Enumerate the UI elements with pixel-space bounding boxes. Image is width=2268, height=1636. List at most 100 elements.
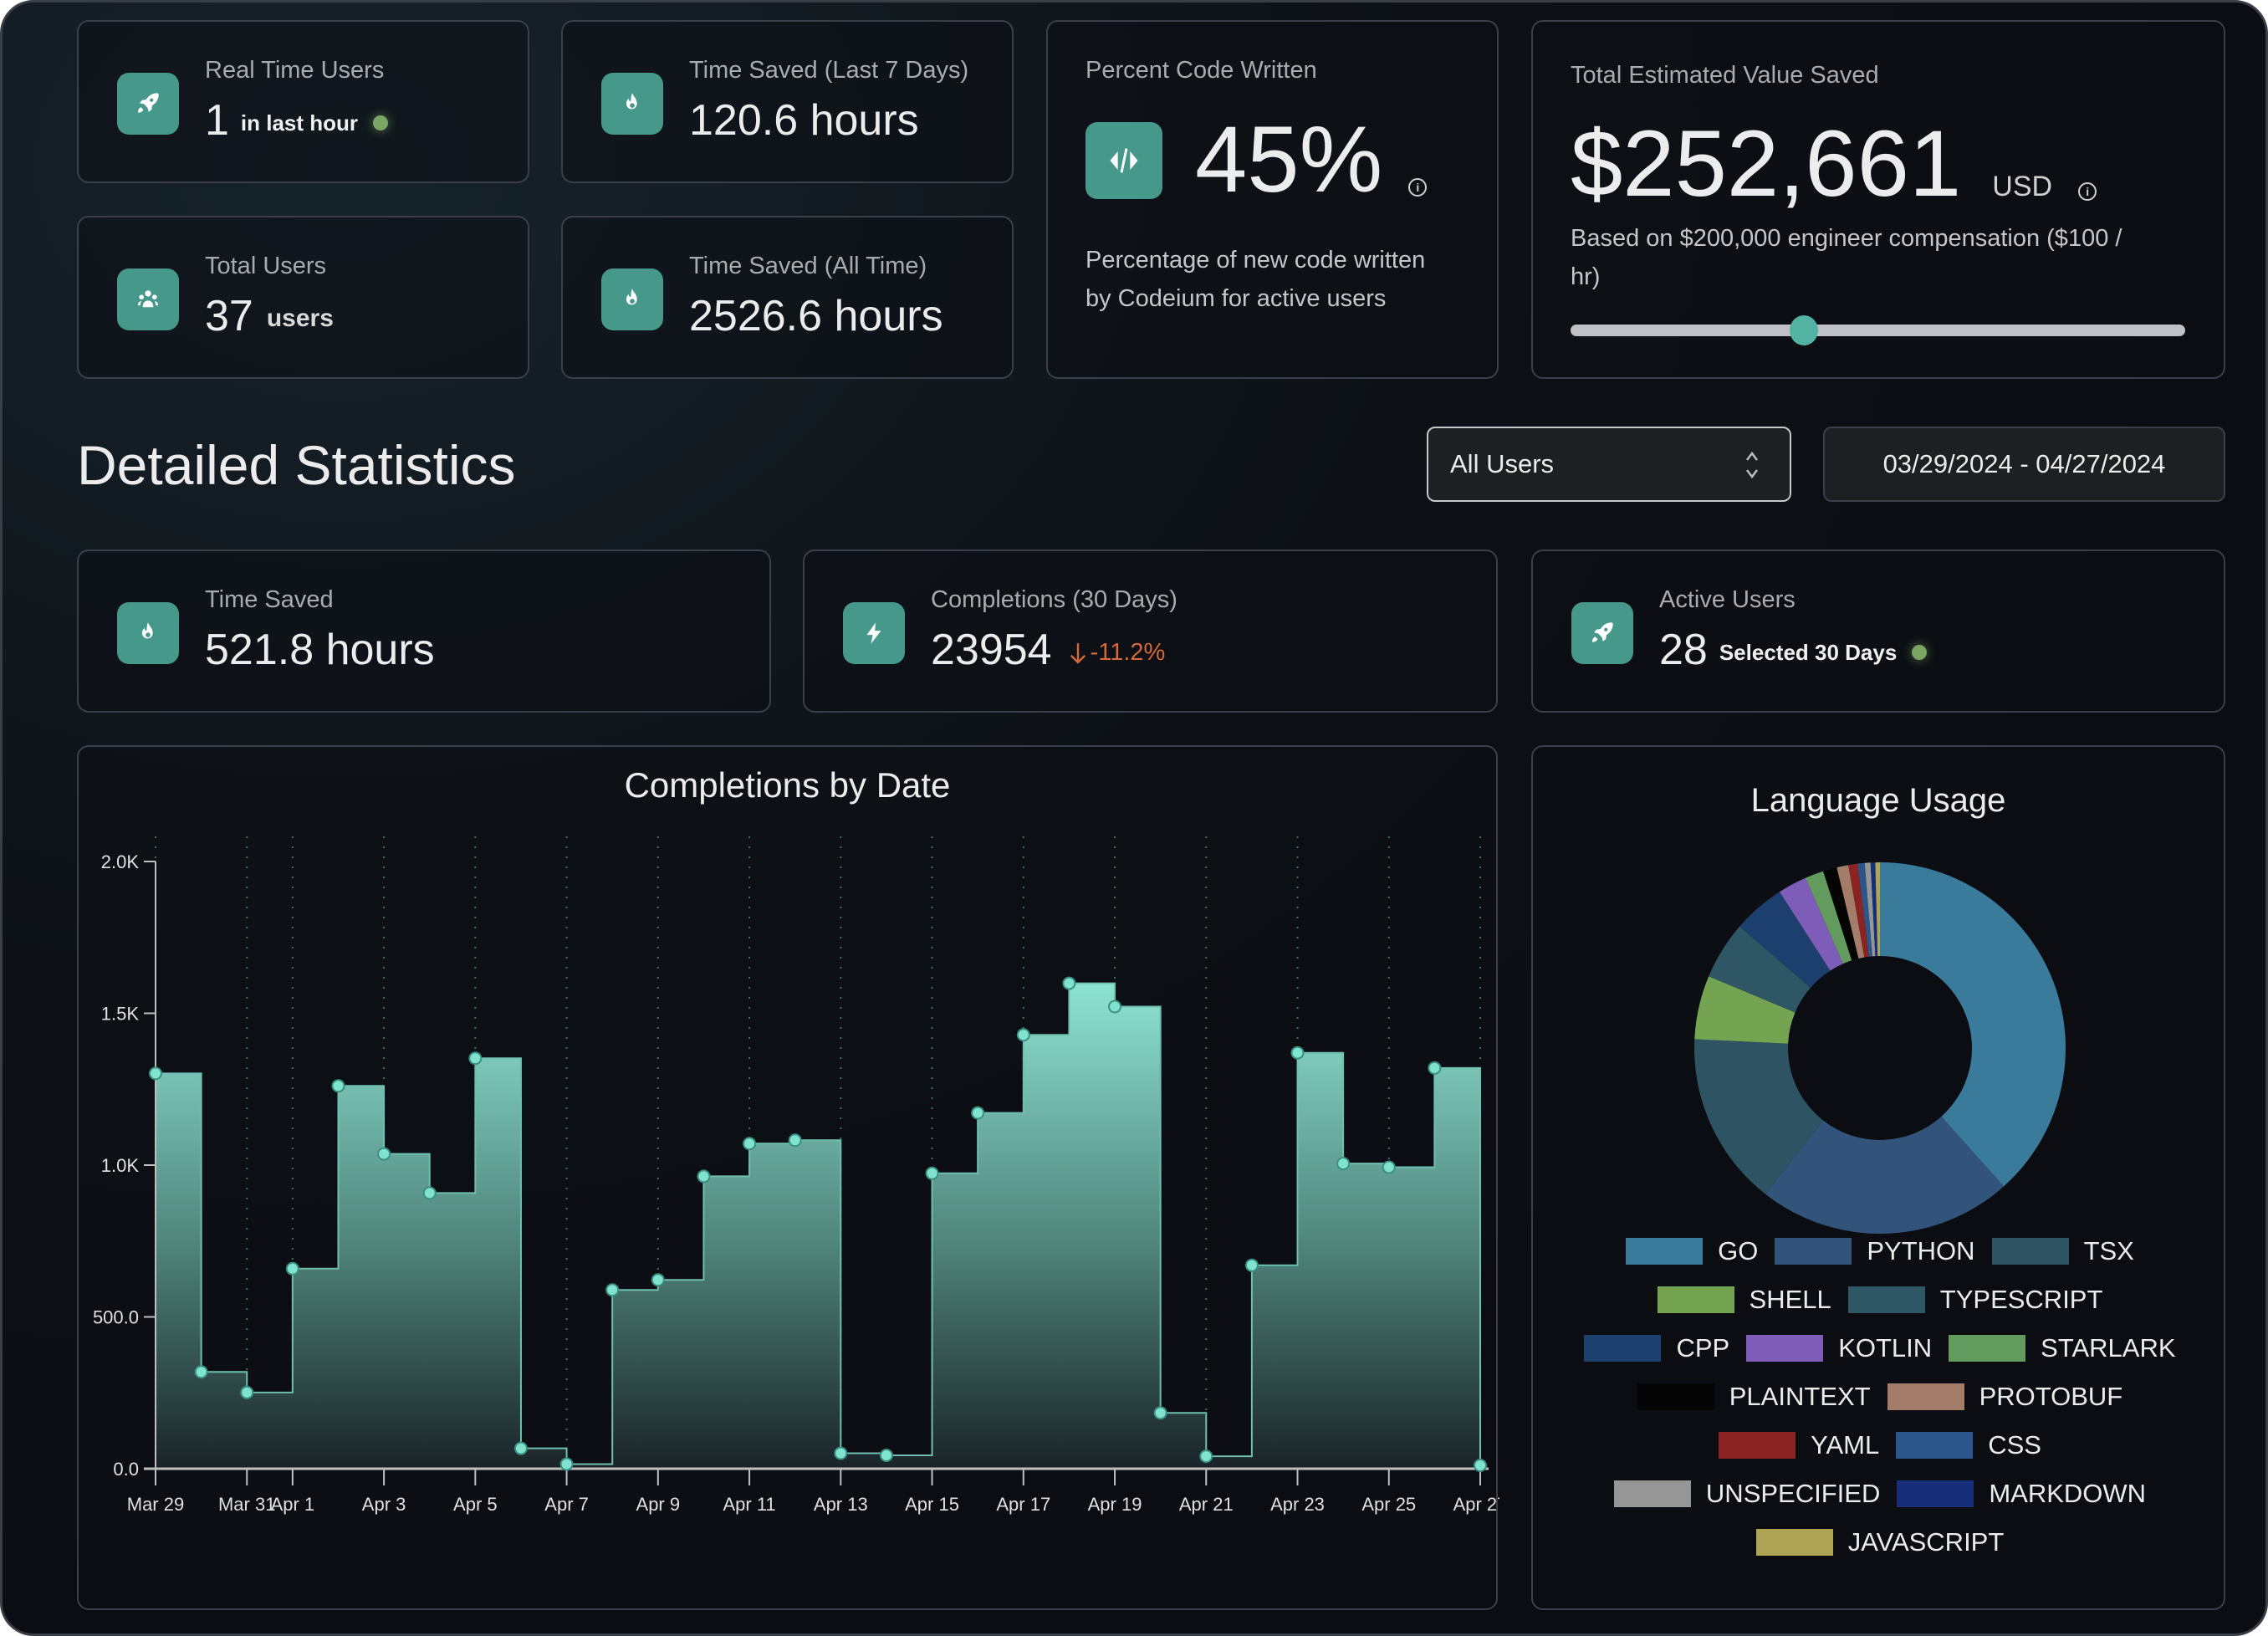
data-point <box>149 1066 162 1081</box>
legend-item[interactable]: KOTLIN <box>1746 1333 1932 1363</box>
legend-item[interactable]: JAVASCRIPT <box>1755 1527 2004 1557</box>
legend-swatch <box>1847 1286 1925 1313</box>
data-point <box>285 1261 299 1276</box>
card-value: 2526.6 hours <box>689 292 943 340</box>
legend-item[interactable]: CSS <box>1896 1430 2041 1460</box>
legend-swatch <box>1755 1529 1833 1556</box>
x-tick-label: Apr 5 <box>453 1494 498 1515</box>
y-tick-label: 1.0K <box>101 1155 140 1176</box>
data-point <box>377 1147 391 1161</box>
legend-swatch <box>1991 1238 2069 1265</box>
card-value: 28 Selected 30 Days <box>1659 625 1928 675</box>
completions-area <box>155 982 1481 1470</box>
compensation-slider-thumb[interactable] <box>1790 315 1819 345</box>
user-filter-select[interactable]: All Users <box>1427 427 1791 502</box>
x-tick-label: Apr 11 <box>723 1494 775 1515</box>
card-label: Time Saved (Last 7 Days) <box>689 57 969 84</box>
data-point <box>1428 1061 1442 1075</box>
legend-swatch <box>1896 1432 1974 1459</box>
time-saved-7d-card: Time Saved (Last 7 Days) 120.6 hours <box>561 20 1014 183</box>
data-point <box>1336 1157 1351 1171</box>
legend-item[interactable]: PROTOBUF <box>1887 1382 2122 1412</box>
legend-row: YAML CSS <box>1566 1430 2194 1460</box>
legend-label: CSS <box>1988 1430 2041 1460</box>
completions-area-chart: 0.0 500.0 1.0K 1.5K 2.0K Mar 29 Mar 31Apr 1 Apr… <box>93 836 1499 1515</box>
legend-label: MARKDOWN <box>1989 1479 2147 1508</box>
x-tick-label: Apr 25 <box>1361 1494 1416 1515</box>
card-label: Total Users <box>205 253 327 279</box>
data-point <box>971 1106 985 1120</box>
flame-icon <box>117 602 179 664</box>
legend-item[interactable]: PYTHON <box>1775 1236 1975 1266</box>
card-value: 23954 -11.2% <box>931 625 1165 675</box>
x-tick-label: Mar 31 <box>218 1494 275 1515</box>
data-point <box>1153 1406 1167 1420</box>
total-users-card: Total Users 37 users <box>77 216 529 379</box>
data-point <box>1474 1459 1487 1473</box>
data-point <box>697 1169 711 1184</box>
card-label: Percent Code Written <box>1085 57 1317 84</box>
data-point <box>1199 1449 1213 1464</box>
value-saved-description: Based on $200,000 engineer compensation … <box>1571 219 2122 296</box>
percent-value: 45% i <box>1195 105 1428 213</box>
legend-label: PYTHON <box>1867 1236 1975 1265</box>
chart-title: Language Usage <box>1750 782 2006 819</box>
legend-swatch <box>1897 1480 1974 1507</box>
legend-row: UNSPECIFIED MARKDOWN <box>1566 1479 2194 1509</box>
legend-label: PLAINTEXT <box>1729 1382 1871 1411</box>
active-users-count: 28 <box>1659 626 1708 674</box>
data-point <box>513 1441 528 1455</box>
arrow-down-icon <box>1070 643 1085 664</box>
language-legend: GO PYTHON TSX SHELL TYPESCRIPT CPP KOTLIN STARL… <box>1566 1236 2194 1557</box>
legend-swatch <box>1949 1335 2026 1362</box>
data-point <box>331 1079 345 1093</box>
legend-item[interactable]: TYPESCRIPT <box>1847 1285 2102 1315</box>
value-saved-card: Total Estimated Value Saved $252,661 USD… <box>1531 20 2225 379</box>
legend-item[interactable]: YAML <box>1719 1430 1879 1460</box>
data-point <box>240 1385 254 1399</box>
legend-item[interactable]: TSX <box>1991 1236 2134 1266</box>
percent-code-card: Percent Code Written 45% i Percentage of… <box>1046 20 1499 379</box>
completions-delta: -11.2% <box>1069 638 1166 666</box>
delta-value: -11.2% <box>1090 638 1166 666</box>
x-tick-label: Apr 27 <box>1453 1494 1499 1515</box>
data-point <box>1108 999 1122 1014</box>
info-icon[interactable]: i <box>1408 178 1428 197</box>
compensation-slider-track[interactable] <box>1571 325 2185 336</box>
rocket-icon <box>117 73 179 135</box>
card-value: 521.8 hours <box>205 626 435 674</box>
legend-row: SHELL TYPESCRIPT <box>1566 1285 2194 1315</box>
legend-label: GO <box>1718 1236 1759 1265</box>
legend-swatch <box>1719 1432 1796 1459</box>
legend-item[interactable]: MARKDOWN <box>1897 1479 2146 1509</box>
online-status-dot <box>373 115 389 131</box>
info-icon[interactable]: i <box>2078 182 2097 201</box>
time-saved-all-card: Time Saved (All Time) 2526.6 hours <box>561 216 1014 379</box>
legend-row: CPP KOTLIN STARLARK <box>1566 1333 2194 1363</box>
legend-item[interactable]: CPP <box>1584 1333 1729 1363</box>
legend-item[interactable]: GO <box>1626 1236 1758 1266</box>
legend-item[interactable]: UNSPECIFIED <box>1613 1479 1880 1509</box>
legend-item[interactable]: PLAINTEXT <box>1637 1382 1871 1412</box>
flame-icon <box>601 73 663 135</box>
legend-label: TSX <box>2083 1236 2134 1265</box>
completions-chart-card: Completions by Date 0.0 500.0 1.0K 1.5K 2.0K… <box>77 745 1499 1610</box>
data-point <box>834 1446 848 1460</box>
legend-swatch <box>1887 1383 1964 1410</box>
date-range-picker[interactable]: 03/29/2024 - 04/27/2024 <box>1823 427 2225 502</box>
online-status-dot <box>1912 645 1928 661</box>
x-tick-label: Apr 19 <box>1088 1494 1142 1515</box>
card-label: Time Saved (All Time) <box>689 253 927 279</box>
legend-swatch <box>1775 1238 1852 1265</box>
card-label: Completions (30 Days) <box>931 586 1177 613</box>
description-line: hr) <box>1571 263 1601 290</box>
legend-label: YAML <box>1811 1430 1880 1460</box>
description-line: Percentage of new code written <box>1085 247 1426 274</box>
x-tick-label: Apr 17 <box>996 1494 1050 1515</box>
legend-item[interactable]: STARLARK <box>1949 1333 2176 1363</box>
real-time-users-card: Real Time Users 1 in last hour <box>77 20 529 183</box>
legend-item[interactable]: SHELL <box>1657 1285 1831 1315</box>
x-tick-label: Apr 3 <box>362 1494 406 1515</box>
currency-label: USD <box>1992 171 2053 202</box>
completions-card: Completions (30 Days) 23954 -11.2% <box>803 550 1498 713</box>
